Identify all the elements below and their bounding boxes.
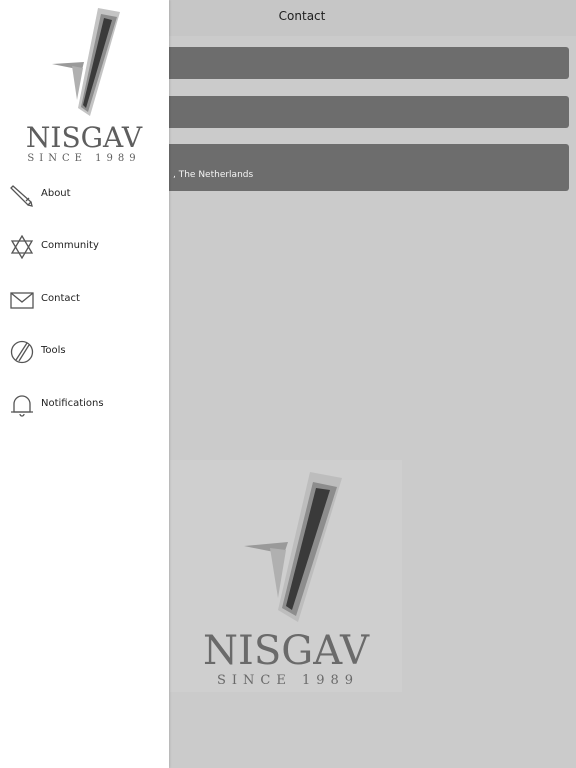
svg-text:NISGAV: NISGAV bbox=[203, 628, 370, 674]
contact-card-2[interactable] bbox=[155, 96, 569, 128]
app-screen: Contact , The Netherlands NISGAV SINCE 1… bbox=[0, 0, 576, 768]
drawer-logo: NISGAV SINCE 1989 bbox=[20, 4, 148, 164]
menu-label-about: About bbox=[41, 188, 71, 199]
background-logo: NISGAV SINCE 1989 bbox=[170, 460, 402, 692]
menu-label-contact: Contact bbox=[41, 293, 80, 304]
nisgav-logo-graphic: NISGAV SINCE 1989 bbox=[203, 472, 370, 688]
svg-text:SINCE 1989: SINCE 1989 bbox=[217, 673, 359, 688]
svg-text:NISGAV: NISGAV bbox=[26, 121, 143, 154]
navigation-drawer: NISGAV SINCE 1989 About Community Contac… bbox=[0, 0, 169, 768]
svg-text:SINCE 1989: SINCE 1989 bbox=[27, 153, 140, 164]
address-text: , The Netherlands bbox=[173, 170, 254, 180]
bell-icon bbox=[10, 393, 34, 417]
star-of-david-icon bbox=[10, 234, 34, 260]
contact-card-1[interactable] bbox=[155, 47, 569, 79]
menu-item-notifications[interactable]: Notifications bbox=[0, 383, 169, 427]
nisgav-logo-small: NISGAV SINCE 1989 bbox=[26, 8, 143, 164]
menu-item-tools[interactable]: Tools bbox=[0, 330, 169, 374]
contact-card-address[interactable]: , The Netherlands bbox=[155, 144, 569, 191]
menu-label-tools: Tools bbox=[41, 345, 66, 356]
pencil-icon bbox=[10, 183, 34, 207]
menu-label-community: Community bbox=[41, 240, 99, 251]
menu-item-community[interactable]: Community bbox=[0, 225, 169, 269]
menu-item-contact[interactable]: Contact bbox=[0, 278, 169, 322]
menu-label-notifications: Notifications bbox=[41, 398, 104, 409]
menu-item-about[interactable]: About bbox=[0, 173, 169, 217]
slash-circle-icon bbox=[10, 340, 34, 364]
envelope-icon bbox=[10, 288, 34, 312]
